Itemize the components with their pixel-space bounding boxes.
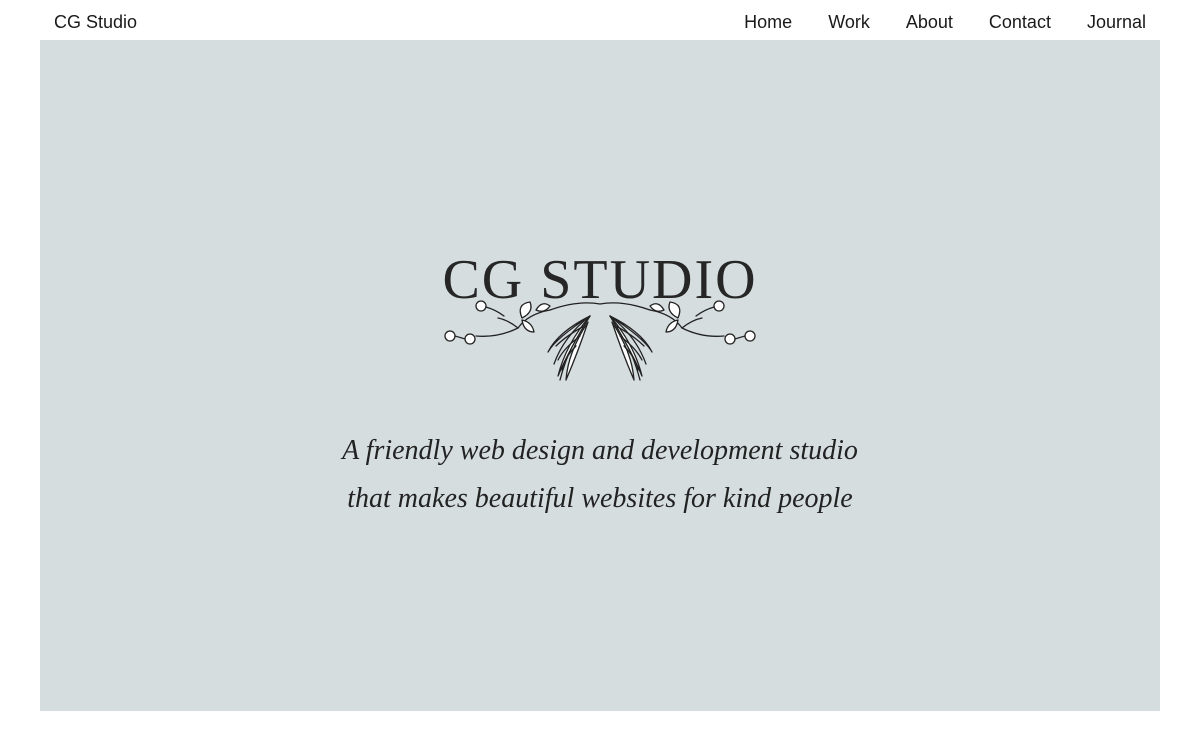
site-name-link[interactable]: CG Studio bbox=[54, 11, 137, 33]
hero-section: CG STUDIO A friendly web design and deve… bbox=[40, 40, 1160, 711]
nav-contact[interactable]: Contact bbox=[989, 11, 1051, 33]
site-header: CG Studio Home Work About Contact Journa… bbox=[0, 0, 1200, 40]
main-nav: Home Work About Contact Journal bbox=[744, 11, 1146, 33]
hero-tagline-line-2: that makes beautiful websites for kind p… bbox=[347, 483, 853, 514]
nav-journal[interactable]: Journal bbox=[1087, 11, 1146, 33]
nav-work[interactable]: Work bbox=[828, 11, 870, 33]
nav-about[interactable]: About bbox=[906, 11, 953, 33]
hero-tagline-line-1: A friendly web design and development st… bbox=[342, 435, 858, 466]
nav-home[interactable]: Home bbox=[744, 11, 792, 33]
floral-branch-icon bbox=[444, 300, 756, 381]
